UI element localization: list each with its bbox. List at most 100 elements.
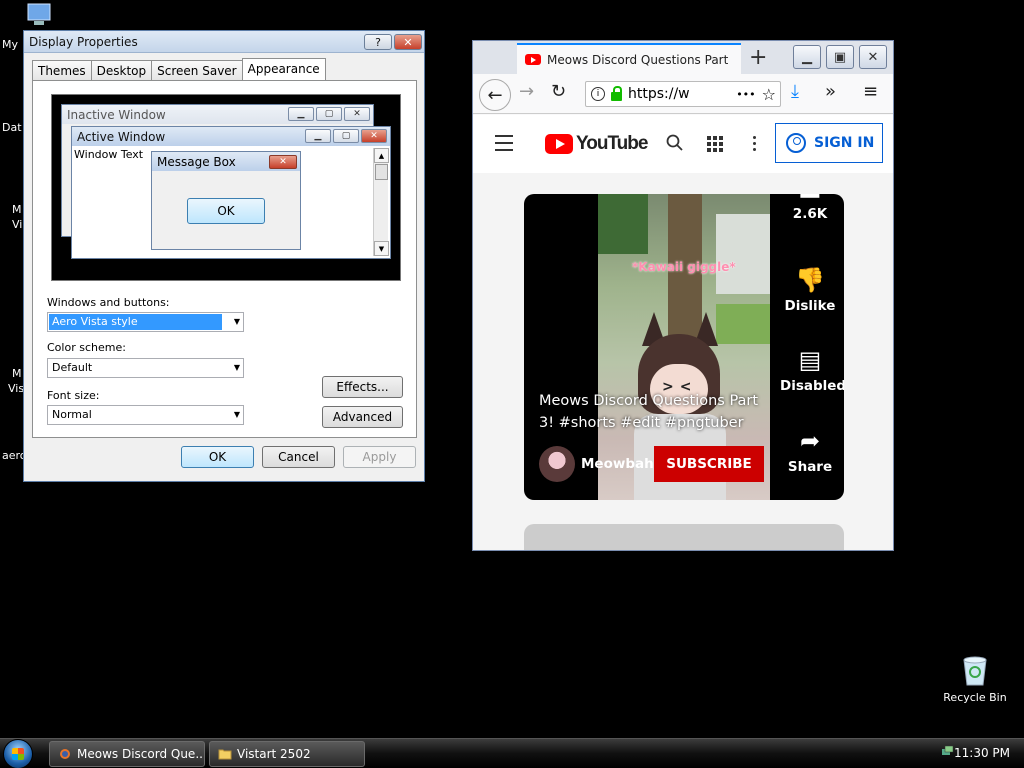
- back-button[interactable]: ←: [479, 79, 511, 111]
- tab-bar: Meows Discord Questions Part + ▁ ▣ ✕: [473, 41, 893, 74]
- desktop-label-vis[interactable]: Vis: [8, 382, 24, 395]
- appearance-panel: Inactive Window ▁ ▢ ✕ Active Window ▁ ▢ …: [32, 80, 417, 438]
- firefox-icon: [60, 749, 70, 759]
- browser-tab-title: Meows Discord Questions Part: [547, 52, 729, 67]
- color-scheme-value: Default: [52, 361, 93, 374]
- search-icon[interactable]: [666, 134, 683, 151]
- close-button[interactable]: ✕: [394, 34, 422, 50]
- ok-button[interactable]: OK: [181, 446, 254, 468]
- nav-toolbar: ← → ↻ i https://w ••• ☆ ⤓ » ≡: [473, 74, 893, 114]
- youtube-header: YouTube SIGN IN: [473, 115, 893, 173]
- short-title[interactable]: Meows Discord Questions Part 3! #shorts …: [539, 390, 769, 434]
- close-button[interactable]: ✕: [859, 45, 887, 69]
- channel-avatar[interactable]: [539, 446, 575, 482]
- dislike-button[interactable]: 👎 Dislike: [780, 266, 840, 314]
- apply-button[interactable]: Apply: [343, 446, 416, 468]
- desktop-label-m2[interactable]: M: [12, 367, 22, 380]
- tab-appearance[interactable]: Appearance: [241, 58, 326, 80]
- info-icon[interactable]: i: [591, 87, 605, 101]
- desktop-label-my[interactable]: My: [2, 38, 18, 51]
- menu-button[interactable]: ≡: [863, 81, 878, 102]
- more-vert-icon[interactable]: [753, 136, 757, 154]
- sign-in-button[interactable]: SIGN IN: [775, 123, 883, 163]
- video-overlay-text: *Kawaii giggle*: [632, 260, 736, 274]
- effects-button[interactable]: Effects...: [322, 376, 403, 398]
- like-count: 2.6K: [792, 206, 828, 222]
- download-arrow-icon: ⤓: [791, 81, 799, 102]
- preview-message-box: Message Box ✕ OK: [151, 151, 301, 250]
- recycle-bin-icon: [963, 656, 987, 686]
- tab-screen-saver[interactable]: Screen Saver: [151, 60, 243, 80]
- chevron-down-icon: ▼: [233, 363, 240, 372]
- next-short-card[interactable]: [524, 524, 844, 550]
- like-button[interactable]: ▀ 2.6K: [780, 194, 840, 222]
- firefox-window: Meows Discord Questions Part + ▁ ▣ ✕ ← →…: [472, 40, 894, 551]
- recycle-bin[interactable]: Recycle Bin: [940, 655, 1010, 704]
- minimize-button[interactable]: ▁: [793, 45, 821, 69]
- display-properties-dialog: Display Properties ? ✕ Themes Desktop Sc…: [23, 30, 425, 482]
- preview-scrollbar: ▲ ▼: [373, 148, 389, 256]
- clock[interactable]: 11:30 PM: [954, 746, 1010, 760]
- desktop-label-m1[interactable]: M: [12, 203, 22, 216]
- font-size-select[interactable]: Normal ▼: [47, 405, 244, 425]
- dialog-titlebar[interactable]: Display Properties ? ✕: [24, 31, 424, 53]
- computer-icon[interactable]: [24, 2, 54, 28]
- scroll-up-icon: ▲: [374, 148, 389, 163]
- dialog-title: Display Properties: [29, 34, 138, 49]
- preview-window-text: Window Text: [74, 148, 144, 161]
- forward-button[interactable]: →: [519, 81, 534, 102]
- browser-tab-youtube[interactable]: Meows Discord Questions Part: [517, 43, 741, 74]
- bookmark-star-icon[interactable]: ☆: [762, 85, 780, 104]
- maximize-button[interactable]: ▣: [826, 45, 854, 69]
- channel-name[interactable]: Meowbahh: [581, 456, 663, 472]
- short-video-card[interactable]: *Kawaii giggle* >< Meows Discord Questio…: [524, 194, 844, 500]
- tab-desktop[interactable]: Desktop: [90, 60, 153, 80]
- start-button[interactable]: [3, 739, 37, 768]
- taskbar-item-label: Vistart 2502: [237, 747, 311, 761]
- apps-grid-icon[interactable]: [707, 136, 723, 152]
- windows-buttons-label: Windows and buttons:: [47, 296, 170, 309]
- font-size-value: Normal: [52, 408, 92, 421]
- taskbar-item-label: Meows Discord Que...: [77, 747, 205, 761]
- desktop-label-vi[interactable]: Vi: [12, 218, 22, 231]
- share-button[interactable]: ➦ Share: [780, 427, 840, 475]
- channel-info[interactable]: Meowbahh: [539, 446, 663, 482]
- downloads-button[interactable]: ⤓: [791, 81, 799, 102]
- url-bar[interactable]: i https://w ••• ☆: [585, 81, 781, 107]
- page-actions-button[interactable]: •••: [736, 88, 755, 101]
- tab-strip: Themes Desktop Screen Saver Appearance: [32, 58, 326, 80]
- sign-in-label: SIGN IN: [814, 135, 875, 151]
- maximize-icon: ▢: [333, 129, 359, 143]
- cancel-button[interactable]: Cancel: [262, 446, 335, 468]
- close-icon: ✕: [269, 155, 297, 169]
- subscribe-button[interactable]: SUBSCRIBE: [654, 446, 764, 482]
- windows-buttons-select[interactable]: Aero Vista style ▼: [47, 312, 244, 332]
- new-tab-button[interactable]: +: [749, 45, 767, 70]
- thumbs-down-icon: 👎: [795, 266, 825, 294]
- help-button[interactable]: ?: [364, 34, 392, 50]
- overflow-button[interactable]: »: [825, 81, 836, 102]
- forward-arrow-icon: →: [519, 81, 535, 102]
- youtube-logo[interactable]: YouTube: [545, 133, 648, 155]
- youtube-favicon-icon: [525, 54, 541, 65]
- hamburger-menu-icon[interactable]: [495, 135, 513, 156]
- chevron-down-icon: ▼: [233, 410, 240, 419]
- minimize-icon: ▁: [305, 129, 331, 143]
- close-icon: ✕: [361, 129, 387, 143]
- reload-icon: ↻: [551, 81, 567, 102]
- share-icon: ➦: [799, 427, 821, 455]
- font-size-label: Font size:: [47, 389, 100, 402]
- taskbar-item-firefox[interactable]: Meows Discord Que...: [49, 741, 205, 767]
- comments-button[interactable]: ▤ Disabled: [780, 346, 844, 394]
- color-scheme-select[interactable]: Default ▼: [47, 358, 244, 378]
- tab-themes[interactable]: Themes: [32, 60, 92, 80]
- close-icon: ✕: [403, 35, 413, 49]
- reload-button[interactable]: ↻: [551, 81, 566, 102]
- advanced-button[interactable]: Advanced: [322, 406, 403, 428]
- youtube-play-icon: [545, 134, 573, 154]
- desktop-label-dat[interactable]: Dat: [2, 121, 22, 134]
- recycle-bin-label: Recycle Bin: [943, 691, 1007, 704]
- color-scheme-label: Color scheme:: [47, 341, 126, 354]
- network-icon[interactable]: [940, 745, 954, 759]
- taskbar-item-vistart[interactable]: Vistart 2502: [209, 741, 365, 767]
